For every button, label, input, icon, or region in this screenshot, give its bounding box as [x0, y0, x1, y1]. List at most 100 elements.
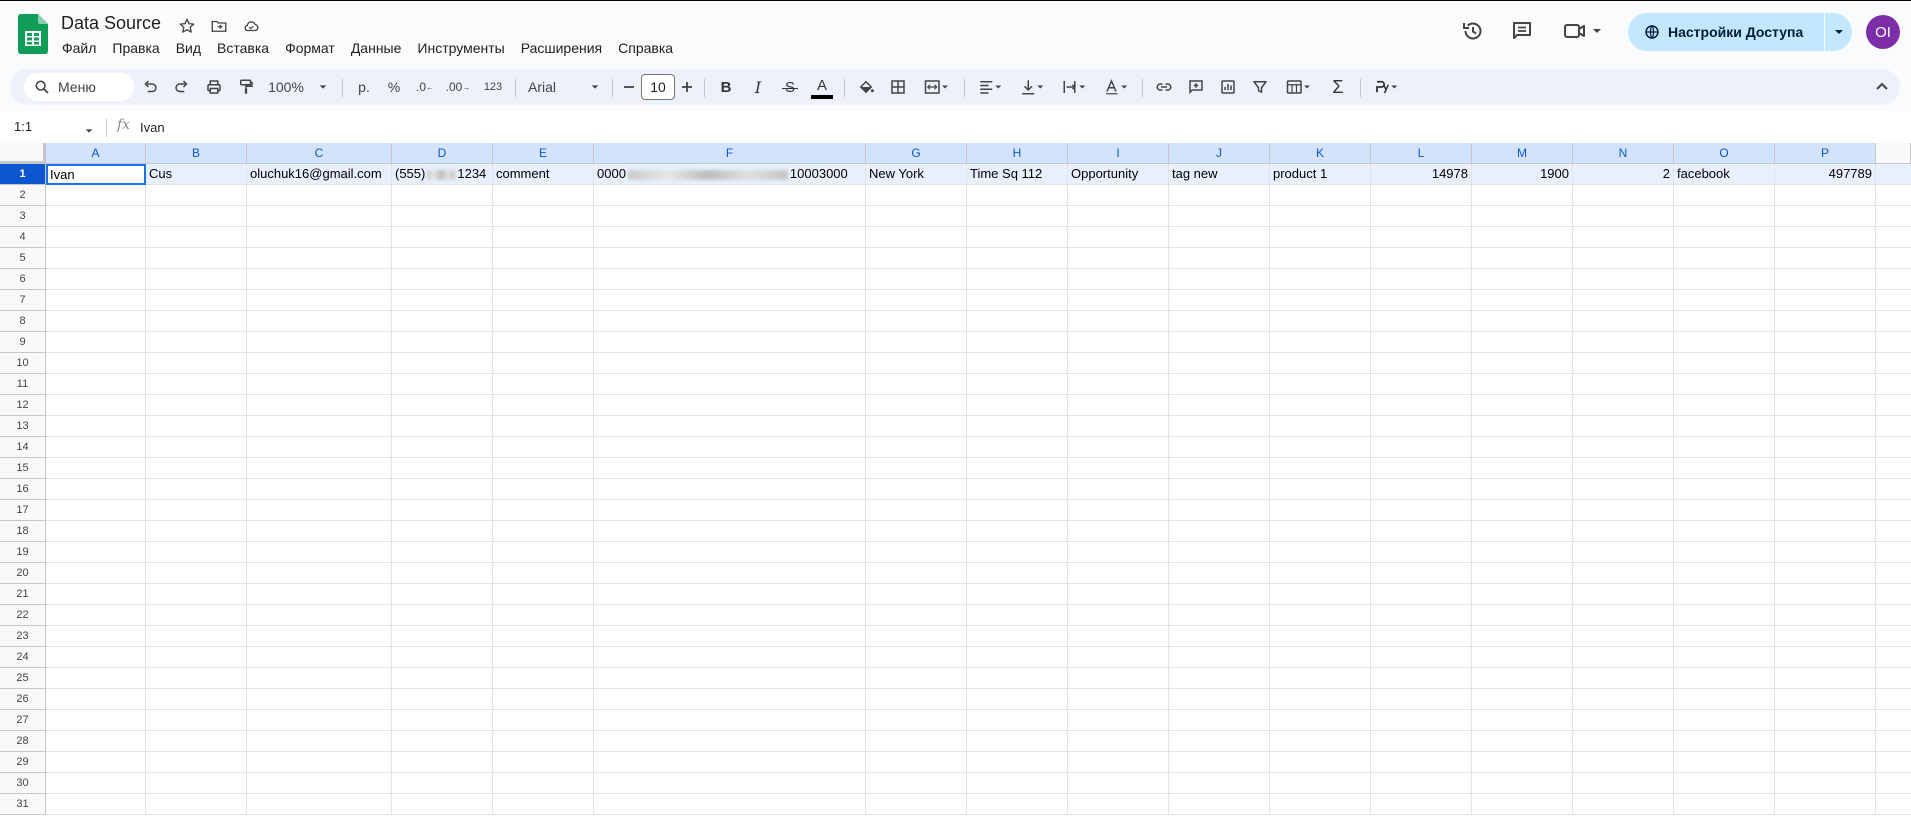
cell-p31[interactable] [1775, 794, 1876, 815]
cell-d1[interactable]: (555) 1234 [392, 164, 493, 185]
cell-d16[interactable] [392, 479, 493, 500]
cell-f19[interactable] [594, 542, 866, 563]
cell-m13[interactable] [1472, 416, 1573, 437]
sheets-logo-icon[interactable] [18, 14, 48, 54]
cell-m7[interactable] [1472, 290, 1573, 311]
cell-m15[interactable] [1472, 458, 1573, 479]
cell-c19[interactable] [247, 542, 392, 563]
cell-e5[interactable] [493, 248, 594, 269]
cell-a15[interactable] [46, 458, 146, 479]
cell-b25[interactable] [146, 668, 247, 689]
column-header-f[interactable]: F [594, 143, 866, 164]
cell-c15[interactable] [247, 458, 392, 479]
row-header-10[interactable]: 10 [0, 353, 46, 374]
row-header-4[interactable]: 4 [0, 227, 46, 248]
cell-a16[interactable] [46, 479, 146, 500]
cell-b28[interactable] [146, 731, 247, 752]
cell-g23[interactable] [866, 626, 967, 647]
cell-h19[interactable] [967, 542, 1068, 563]
menu-edit[interactable]: Правка [104, 38, 167, 58]
cell-l2[interactable] [1371, 185, 1472, 206]
cell-p1[interactable]: 497789 [1775, 164, 1876, 185]
cell-e8[interactable] [493, 311, 594, 332]
text-rotation-icon[interactable] [1096, 69, 1136, 105]
cell-l12[interactable] [1371, 395, 1472, 416]
cell-h17[interactable] [967, 500, 1068, 521]
cell-g18[interactable] [866, 521, 967, 542]
cell-a11[interactable] [46, 374, 146, 395]
menu-format[interactable]: Формат [277, 38, 343, 58]
cell-g14[interactable] [866, 437, 967, 458]
cell-l28[interactable] [1371, 731, 1472, 752]
cell-f26[interactable] [594, 689, 866, 710]
cell-p27[interactable] [1775, 710, 1876, 731]
cell-p28[interactable] [1775, 731, 1876, 752]
fill-color-icon[interactable] [850, 69, 882, 105]
cell-n29[interactable] [1573, 752, 1674, 773]
cell-f29[interactable] [594, 752, 866, 773]
cell-b15[interactable] [146, 458, 247, 479]
row-header-2[interactable]: 2 [0, 185, 46, 206]
cell-n1[interactable]: 2 [1573, 164, 1674, 185]
cell-n9[interactable] [1573, 332, 1674, 353]
cell-g2[interactable] [866, 185, 967, 206]
cell-e12[interactable] [493, 395, 594, 416]
row-header-31[interactable]: 31 [0, 794, 46, 815]
cell-n17[interactable] [1573, 500, 1674, 521]
cell-n5[interactable] [1573, 248, 1674, 269]
cell-j13[interactable] [1169, 416, 1270, 437]
cell-m10[interactable] [1472, 353, 1573, 374]
cell-c20[interactable] [247, 563, 392, 584]
cell-m9[interactable] [1472, 332, 1573, 353]
cell-h7[interactable] [967, 290, 1068, 311]
cell-o20[interactable] [1674, 563, 1775, 584]
cell-f20[interactable] [594, 563, 866, 584]
cell-c5[interactable] [247, 248, 392, 269]
name-box[interactable]: 1:1 [14, 119, 32, 134]
cell-e31[interactable] [493, 794, 594, 815]
cell-k23[interactable] [1270, 626, 1371, 647]
cell-k4[interactable] [1270, 227, 1371, 248]
cell-p12[interactable] [1775, 395, 1876, 416]
cell-f10[interactable] [594, 353, 866, 374]
cell-e11[interactable] [493, 374, 594, 395]
cell-e1[interactable]: comment [493, 164, 594, 185]
cell-m1[interactable]: 1900 [1472, 164, 1573, 185]
cell-g13[interactable] [866, 416, 967, 437]
cell-b18[interactable] [146, 521, 247, 542]
cell-b27[interactable] [146, 710, 247, 731]
cell-h10[interactable] [967, 353, 1068, 374]
cell-n26[interactable] [1573, 689, 1674, 710]
cell-d6[interactable] [392, 269, 493, 290]
number-format-button[interactable]: 123 [476, 69, 510, 105]
cell-i24[interactable] [1068, 647, 1169, 668]
cell-j5[interactable] [1169, 248, 1270, 269]
cell-i3[interactable] [1068, 206, 1169, 227]
cell-o10[interactable] [1674, 353, 1775, 374]
row-header-19[interactable]: 19 [0, 542, 46, 563]
cell-l4[interactable] [1371, 227, 1472, 248]
column-header-a[interactable]: A [46, 143, 146, 164]
column-header-c[interactable]: C [247, 143, 392, 164]
cell-j31[interactable] [1169, 794, 1270, 815]
cell-h5[interactable] [967, 248, 1068, 269]
cell-c18[interactable] [247, 521, 392, 542]
cell-h30[interactable] [967, 773, 1068, 794]
cell-c23[interactable] [247, 626, 392, 647]
cell-j1[interactable]: tag new [1169, 164, 1270, 185]
cell-l18[interactable] [1371, 521, 1472, 542]
cell-m3[interactable] [1472, 206, 1573, 227]
cell-d3[interactable] [392, 206, 493, 227]
cell-h3[interactable] [967, 206, 1068, 227]
cell-m20[interactable] [1472, 563, 1573, 584]
cell-g15[interactable] [866, 458, 967, 479]
cell-c29[interactable] [247, 752, 392, 773]
cell-o3[interactable] [1674, 206, 1775, 227]
move-folder-icon[interactable] [208, 15, 230, 37]
cell-g1[interactable]: New York [866, 164, 967, 185]
cell-h18[interactable] [967, 521, 1068, 542]
decrease-font-size-icon[interactable] [618, 69, 640, 105]
cell-d12[interactable] [392, 395, 493, 416]
cell-f17[interactable] [594, 500, 866, 521]
cell-l8[interactable] [1371, 311, 1472, 332]
